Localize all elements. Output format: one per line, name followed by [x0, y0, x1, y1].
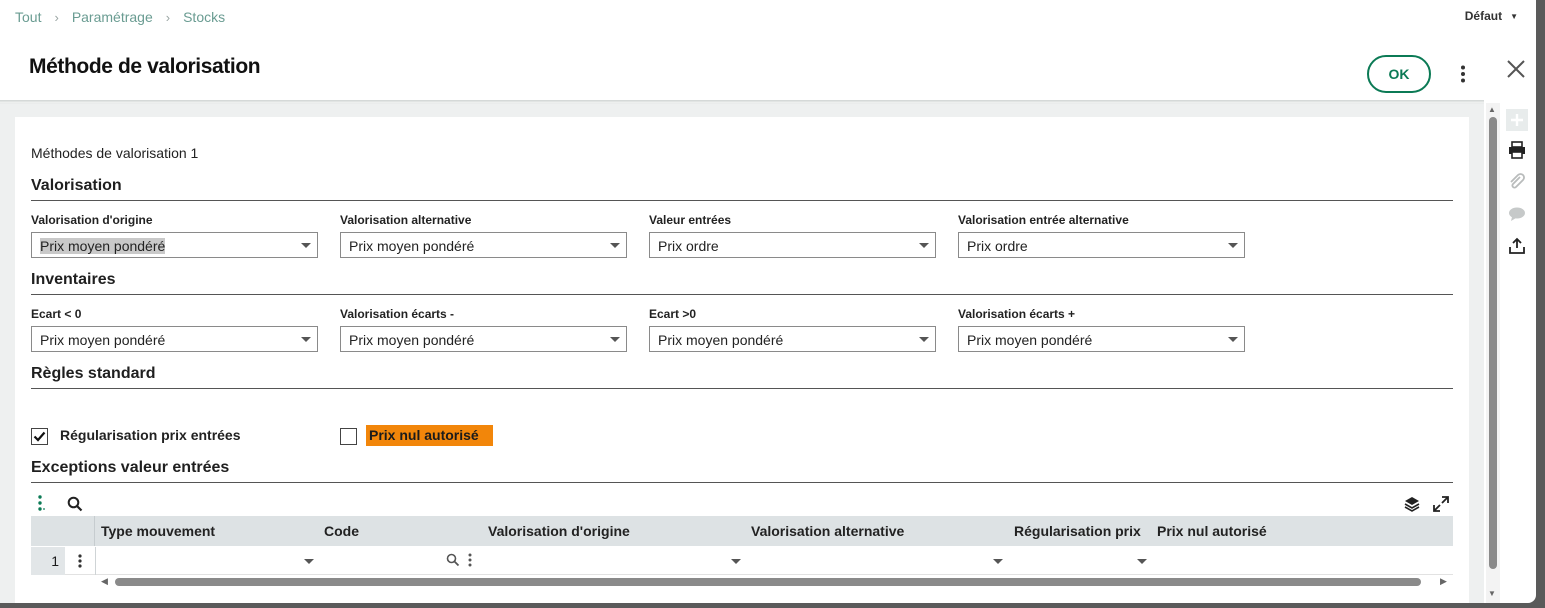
code-menu-icon[interactable] [468, 553, 472, 572]
field-label: Ecart < 0 [31, 307, 82, 321]
valorisation-entree-alternative-select[interactable]: Prix ordre [958, 232, 1245, 258]
field-label: Valorisation écarts + [958, 307, 1076, 321]
caret-down-icon [1228, 337, 1238, 342]
caret-down-icon [919, 243, 929, 248]
valorisation-origine-dropdown[interactable] [731, 559, 741, 564]
add-icon[interactable] [1503, 108, 1531, 132]
breadcrumb: Tout › Paramétrage › Stocks [15, 9, 225, 25]
more-vertical-icon[interactable] [1452, 62, 1474, 86]
caret-down-icon [301, 337, 311, 342]
column-header[interactable]: Type mouvement [101, 523, 215, 539]
breadcrumb-item-tout[interactable]: Tout [15, 9, 41, 25]
record-label: Méthodes de valorisation 1 [31, 145, 199, 161]
comment-icon[interactable] [1503, 202, 1531, 226]
valorisation-alternative-dropdown[interactable] [993, 559, 1003, 564]
section-divider [31, 294, 1453, 295]
regularisation-prix-dropdown[interactable] [1137, 559, 1147, 564]
table-row[interactable]: 1 [31, 547, 1453, 575]
profile-label: Défaut [1464, 9, 1503, 23]
select-value: Prix ordre [658, 238, 719, 254]
regularisation-checkbox[interactable] [31, 428, 48, 445]
column-header[interactable]: Prix nul autorisé [1157, 523, 1267, 539]
share-icon[interactable] [1503, 234, 1531, 258]
section-title-exceptions: Exceptions valeur entrées [31, 459, 230, 476]
valorisation-ecarts-plus-select[interactable]: Prix moyen pondéré [958, 326, 1245, 352]
breadcrumb-item-stocks[interactable]: Stocks [183, 9, 225, 25]
scroll-right-icon[interactable]: ▶ [1440, 576, 1447, 587]
select-value: Prix moyen pondéré [40, 332, 166, 348]
ok-button[interactable]: OK [1367, 55, 1431, 93]
ecart-positif-select[interactable]: Prix moyen pondéré [649, 326, 936, 352]
scrollbar-thumb[interactable] [115, 578, 1421, 586]
select-value: Prix ordre [967, 238, 1028, 254]
close-icon[interactable] [1505, 58, 1529, 82]
scroll-left-icon[interactable]: ◀ [101, 576, 108, 587]
select-value: Prix moyen pondéré [349, 238, 475, 254]
app-window: Tout › Paramétrage › Stocks Défaut ▼ Mét… [0, 0, 1536, 603]
code-search-icon[interactable] [446, 553, 460, 572]
select-value: Prix moyen pondéré [658, 332, 784, 348]
column-header[interactable]: Valorisation d'origine [488, 523, 630, 539]
grid-menu-icon[interactable] [37, 495, 45, 516]
row-number: 1 [31, 547, 65, 575]
horizontal-scrollbar[interactable]: ◀ ▶ [99, 576, 1453, 588]
scrollbar-thumb[interactable] [1489, 117, 1497, 569]
valeur-entrees-select[interactable]: Prix ordre [649, 232, 936, 258]
column-header[interactable]: Régularisation prix [1014, 523, 1141, 539]
caret-down-icon [919, 337, 929, 342]
search-icon[interactable] [67, 496, 83, 517]
caret-down-icon [1228, 243, 1238, 248]
caret-down-icon [610, 243, 620, 248]
section-title-inventaires: Inventaires [31, 271, 116, 288]
ecart-negatif-select[interactable]: Prix moyen pondéré [31, 326, 318, 352]
field-label: Valorisation alternative [340, 213, 472, 227]
column-header[interactable]: Valorisation alternative [751, 523, 904, 539]
grid-header-corner [31, 516, 95, 546]
print-icon[interactable] [1503, 138, 1531, 162]
valorisation-alternative-select[interactable]: Prix moyen pondéré [340, 232, 627, 258]
breadcrumb-item-parametrage[interactable]: Paramétrage [72, 9, 153, 25]
section-divider [31, 482, 1453, 483]
caret-down-icon [301, 243, 311, 248]
column-header[interactable]: Code [324, 523, 359, 539]
header-divider [0, 100, 1484, 104]
profile-selector[interactable]: Défaut ▼ [1465, 9, 1518, 23]
caret-down-icon [610, 337, 620, 342]
valorisation-origine-select[interactable]: Prix moyen pondéré [31, 232, 318, 258]
field-label: Ecart >0 [649, 307, 697, 321]
field-label: Valeur entrées [649, 213, 732, 227]
regularisation-label: Régularisation prix entrées [60, 427, 241, 443]
caret-down-icon: ▼ [1510, 11, 1518, 21]
row-menu-icon[interactable] [67, 551, 93, 571]
chevron-right-icon: › [165, 9, 171, 25]
section-divider [31, 200, 1453, 201]
chevron-right-icon: › [54, 9, 59, 25]
scroll-down-icon[interactable]: ▼ [1488, 589, 1496, 598]
row-separator [95, 547, 96, 575]
page-title: Méthode de valorisation [29, 55, 261, 78]
scroll-up-icon[interactable]: ▲ [1488, 105, 1496, 114]
prix-nul-checkbox[interactable] [340, 428, 357, 445]
type-mouvement-dropdown[interactable] [304, 559, 314, 564]
layers-icon[interactable] [1404, 496, 1420, 517]
section-divider [31, 388, 1453, 389]
checkmark-icon [33, 431, 46, 442]
select-value: Prix moyen pondéré [349, 332, 475, 348]
expand-icon[interactable] [1433, 496, 1449, 517]
section-title-valorisation: Valorisation [31, 177, 122, 194]
grid-header: Type mouvement Code Valorisation d'origi… [31, 516, 1453, 546]
vertical-scrollbar[interactable]: ▲ ▼ [1486, 103, 1500, 603]
grid-toolbar [31, 494, 1453, 514]
select-value: Prix moyen pondéré [967, 332, 1093, 348]
attachment-icon[interactable] [1503, 170, 1531, 194]
field-label: Valorisation entrée alternative [958, 213, 1129, 227]
section-title-regles: Règles standard [31, 365, 156, 382]
select-value: Prix moyen pondéré [40, 238, 166, 254]
field-label: Valorisation d'origine [31, 213, 153, 227]
field-label: Valorisation écarts - [340, 307, 455, 321]
valorisation-ecarts-moins-select[interactable]: Prix moyen pondéré [340, 326, 627, 352]
prix-nul-label: Prix nul autorisé [366, 425, 493, 446]
